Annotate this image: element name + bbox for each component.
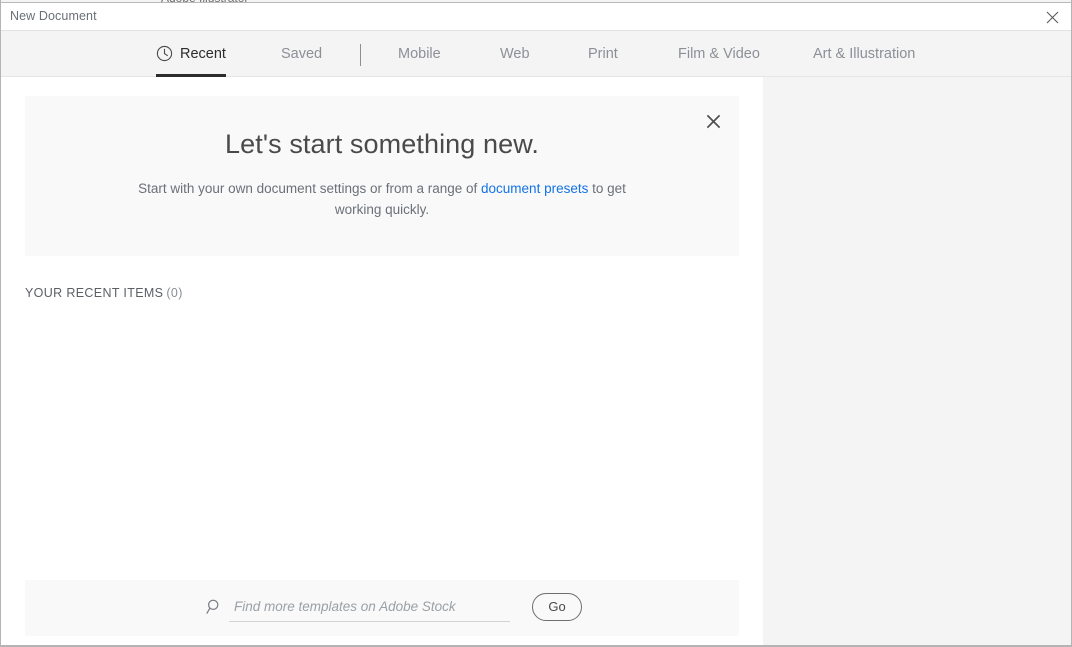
tab-print[interactable]: Print (588, 31, 618, 77)
adobe-stock-search-input[interactable] (229, 591, 510, 622)
start-banner-title: Let's start something new. (225, 129, 539, 159)
tab-art-and-illustration[interactable]: Art & Illustration (813, 31, 915, 77)
tab-label-art-and-illustration: Art & Illustration (813, 46, 916, 62)
dialog-body: Let's start something new. Start with yo… (1, 77, 1071, 645)
new-document-dialog: Adobe Illustrator New Document Recent Sa… (0, 0, 1072, 647)
recent-items-header: YOUR RECENT ITEMS (0) (25, 286, 183, 300)
close-icon (706, 114, 720, 128)
search-icon (205, 599, 218, 614)
tab-label-film-and-video: Film & Video (678, 46, 760, 62)
tab-web[interactable]: Web (500, 31, 530, 77)
tab-recent[interactable]: Recent (156, 31, 226, 77)
tab-mobile[interactable]: Mobile (398, 31, 441, 77)
clock-icon (156, 45, 173, 62)
preset-details-panel (763, 77, 1071, 645)
recent-items-label: YOUR RECENT ITEMS (25, 286, 164, 300)
tab-label-mobile: Mobile (398, 46, 441, 62)
tab-label-recent: Recent (180, 46, 226, 62)
tab-label-web: Web (500, 46, 530, 62)
recent-items-list (25, 313, 739, 555)
dialog-title: New Document (10, 9, 97, 23)
start-banner-subtitle-before: Start with your own document settings or… (138, 181, 482, 196)
tab-saved[interactable]: Saved (281, 31, 322, 77)
recent-items-count: (0) (166, 286, 183, 300)
document-presets-link[interactable]: document presets (481, 181, 588, 196)
tab-label-saved: Saved (281, 46, 323, 62)
tab-group-separator (360, 44, 361, 66)
adobe-stock-search-bar: Go (25, 580, 739, 636)
category-tabbar: Recent Saved Mobile Web Print Film & Vid… (1, 31, 1071, 77)
tab-film-and-video[interactable]: Film & Video (678, 31, 760, 77)
adobe-stock-search-group: Go (201, 591, 582, 622)
content-panel: Let's start something new. Start with yo… (1, 77, 763, 645)
adobe-stock-go-button[interactable]: Go (532, 592, 582, 621)
dialog-titlebar: New Document (1, 3, 1071, 31)
close-icon (1046, 11, 1058, 23)
start-banner-close-button[interactable] (695, 104, 731, 138)
tab-label-print: Print (588, 46, 618, 62)
start-banner: Let's start something new. Start with yo… (25, 96, 739, 256)
search-icon-button[interactable] (201, 598, 227, 615)
start-banner-subtitle: Start with your own document settings or… (133, 178, 631, 220)
window-close-button[interactable] (1031, 3, 1071, 31)
